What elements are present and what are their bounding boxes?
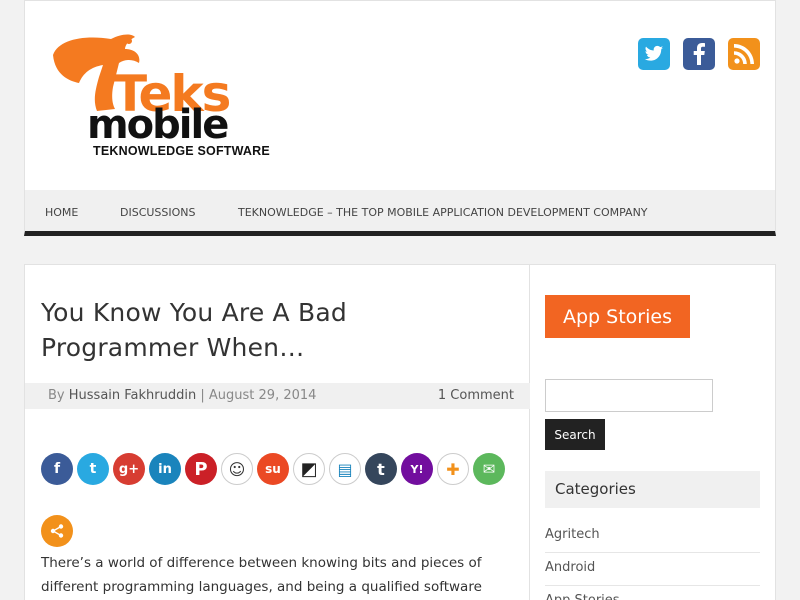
share-stumbleupon-icon[interactable]: su (257, 453, 289, 485)
share-more-icon[interactable] (41, 515, 73, 547)
post-meta: By Hussain Fakhruddin | August 29, 2014 … (25, 383, 530, 409)
share-email-icon[interactable]: ✉ (473, 453, 505, 485)
post-body: There’s a world of difference between kn… (41, 551, 511, 599)
search-input[interactable] (545, 379, 713, 412)
post-author-link[interactable]: Hussain Fakhruddin (69, 388, 196, 403)
nav-item-teknowledge[interactable]: TEKNOWLEDGE – THE TOP MOBILE APPLICATION… (238, 206, 648, 219)
post-date-link[interactable]: August 29, 2014 (209, 388, 317, 403)
post-title[interactable]: You Know You Are A Bad Programmer When… (41, 295, 511, 365)
nav-item-home[interactable]: HOME (45, 206, 78, 219)
category-item-agritech[interactable]: Agritech (545, 521, 760, 553)
share-twitter-icon[interactable]: t (77, 453, 109, 485)
share-tumblr-icon[interactable]: t (365, 453, 397, 485)
share-pinterest-icon[interactable]: P (185, 453, 217, 485)
share-vkontakte-icon[interactable]: ✚ (437, 453, 469, 485)
share-google-plus-icon[interactable]: g+ (113, 453, 145, 485)
site-logo[interactable]: Teks mobile TEKNOWLEDGE SOFTWARE (45, 33, 270, 163)
share-linkedin-icon[interactable]: in (149, 453, 181, 485)
post-body-line: There’s a world of difference between kn… (41, 555, 482, 571)
category-item-android[interactable]: Android (545, 554, 760, 586)
share-yahoo-icon[interactable]: Y! (401, 453, 433, 485)
share-delicious-icon[interactable]: ◩ (293, 453, 325, 485)
article: You Know You Are A Bad Programmer When… … (25, 265, 530, 600)
comments-link[interactable]: 1 Comment (438, 388, 514, 403)
content-area: You Know You Are A Bad Programmer When… … (24, 264, 776, 600)
logo-tagline: TEKNOWLEDGE SOFTWARE (93, 144, 270, 158)
sidebar: App Stories Search Categories Agritech A… (530, 265, 777, 600)
logo-word-mobile: mobile (87, 102, 229, 148)
share-reddit-icon[interactable]: ☺ (221, 453, 253, 485)
site-header: Teks mobile TEKNOWLEDGE SOFTWARE (24, 0, 776, 190)
app-stories-button[interactable]: App Stories (545, 295, 690, 338)
share-buttons: f t g+ in P ☺ su ◩ ▤ t Y! ✚ ✉ (41, 453, 505, 485)
byline-separator: | (200, 388, 205, 403)
category-item-app-stories[interactable]: App Stories (545, 587, 760, 600)
main-navigation: HOME DISCUSSIONS TEKNOWLEDGE – THE TOP M… (24, 190, 776, 236)
post-body-line: different programming languages, and bei… (41, 579, 482, 595)
facebook-icon[interactable] (683, 38, 715, 70)
rss-icon[interactable] (728, 38, 760, 70)
share-digg-icon[interactable]: ▤ (329, 453, 361, 485)
search-button[interactable]: Search (545, 419, 605, 450)
categories-heading: Categories (545, 471, 760, 508)
share-facebook-icon[interactable]: f (41, 453, 73, 485)
nav-item-discussions[interactable]: DISCUSSIONS (120, 206, 196, 219)
post-byline: By Hussain Fakhruddin | August 29, 2014 (48, 388, 316, 403)
byline-prefix: By (48, 388, 65, 403)
twitter-icon[interactable] (638, 38, 670, 70)
teks-logo-mark: Teks (53, 34, 232, 113)
